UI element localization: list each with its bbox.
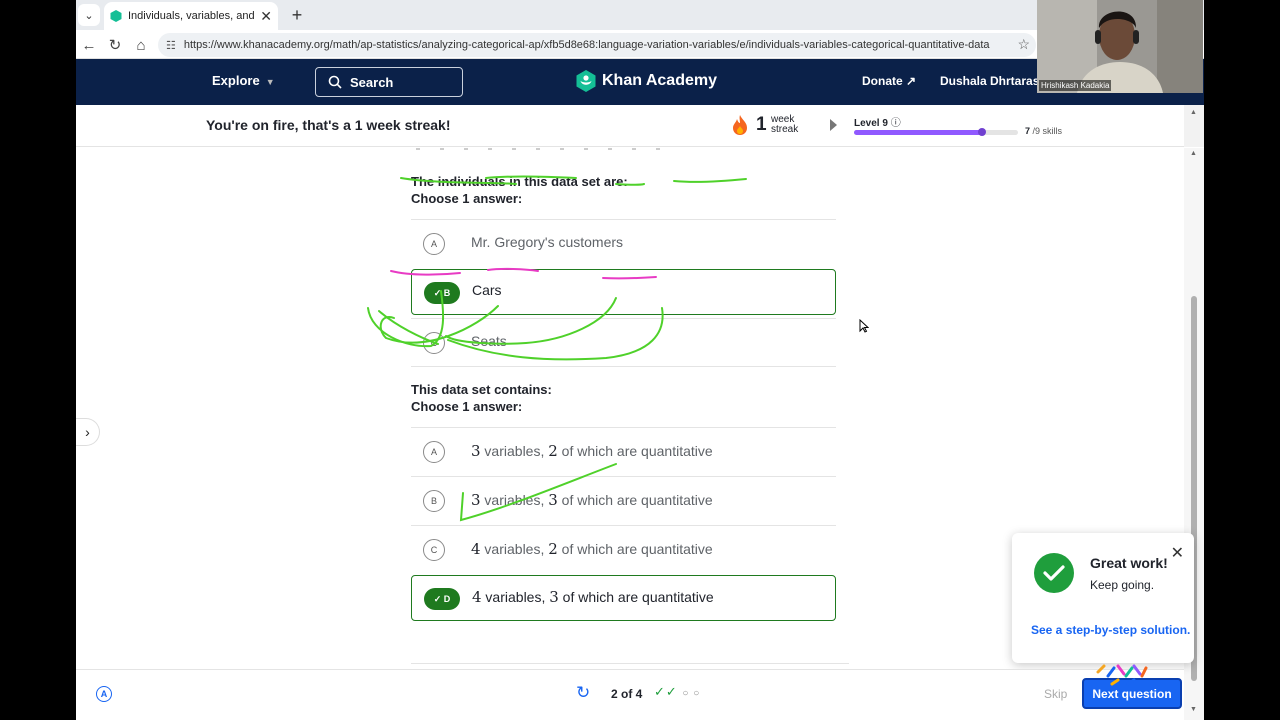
site-header: Explore ▼ Search Khan Academy Donate ↗ Du… — [76, 59, 1204, 105]
site-info-icon[interactable]: ☷ — [166, 39, 176, 52]
annotation-curve-4 — [447, 307, 664, 361]
progress-dots: ✓✓ ○ ○ — [654, 684, 700, 700]
address-bar-row: ← ↻ ⌂ ☷ https://www.khanacademy.org/math… — [76, 30, 1204, 59]
exercise-footer: A ↻ 2 of 4 ✓✓ ○ ○ Skip Next question — [76, 664, 1184, 716]
streak-label: week streak — [771, 115, 798, 135]
success-check-icon — [1034, 553, 1074, 593]
step-by-step-solution-link[interactable]: See a step-by-step solution. — [1031, 623, 1190, 637]
annotation-pink-3 — [602, 276, 657, 280]
banner-scrollbar[interactable]: ▲ — [1184, 105, 1204, 147]
annotation-curve-1 — [367, 290, 445, 348]
close-tab-icon[interactable]: ✕ — [260, 8, 272, 25]
level-progress-bar — [854, 128, 1018, 136]
external-link-icon: ↗ — [906, 74, 917, 88]
reload-icon[interactable]: ↻ — [104, 34, 126, 56]
skills-done: 7 — [1025, 126, 1031, 136]
khan-academy-logo[interactable]: Khan Academy — [576, 70, 717, 92]
browser-tab[interactable]: Individuals, variables, and categorical … — [104, 2, 278, 30]
check-icon: ✓✓ — [654, 684, 678, 699]
logo-text: Khan Academy — [602, 72, 717, 89]
new-tab-icon[interactable]: + — [286, 4, 308, 26]
donate-link[interactable]: Donate ↗ — [862, 74, 916, 88]
tab-strip: ⌄ Individuals, variables, and categorica… — [76, 0, 1204, 30]
search-button[interactable]: Search — [315, 67, 463, 97]
streak-label-streak: streak — [771, 124, 799, 135]
annotation-checkmark — [459, 463, 617, 522]
toast-title: Great work! — [1090, 555, 1168, 571]
annotation-underline-3 — [615, 183, 645, 186]
search-label: Search — [350, 74, 394, 90]
search-icon — [328, 75, 342, 89]
annotation-underline-4 — [673, 178, 747, 183]
back-arrow-icon[interactable]: ← — [78, 34, 100, 56]
explore-label: Explore — [212, 73, 260, 88]
restart-icon[interactable]: ↻ — [576, 683, 590, 703]
tab-list-dropdown[interactable]: ⌄ — [78, 4, 100, 26]
khan-academy-hexagon-icon — [576, 70, 596, 92]
participant-name: Hrishikash Kadakia — [1039, 80, 1112, 91]
user-menu[interactable]: Dushala Dhrtarash — [940, 74, 1047, 88]
explore-menu[interactable]: Explore ▼ — [212, 73, 275, 88]
chevron-down-icon: ▼ — [265, 77, 275, 87]
level-progress-knob — [977, 128, 986, 136]
level-text: Level 9 — [854, 118, 888, 129]
streak-message: You're on fire, that's a 1 week streak! — [206, 117, 451, 133]
great-work-toast: Great work! Keep going. See a step-by-st… — [1012, 533, 1194, 663]
skills-count: 7 /9 skills — [1025, 126, 1062, 136]
level-progress-fill — [854, 130, 982, 135]
khan-academy-favicon-icon — [110, 10, 122, 22]
expand-triangle-icon[interactable] — [830, 119, 837, 131]
home-icon[interactable]: ⌂ — [130, 34, 152, 56]
level-label: Level 9 ⓘ — [854, 114, 901, 129]
close-icon[interactable]: ✕ — [1171, 543, 1184, 563]
toast-subtitle: Keep going. — [1090, 578, 1155, 592]
skills-total: /9 skills — [1032, 126, 1063, 136]
mouse-cursor-icon — [859, 319, 869, 333]
url-text: https://www.khanacademy.org/math/ap-stat… — [183, 39, 990, 51]
question-progress: 2 of 4 — [611, 687, 643, 701]
donate-label: Donate — [862, 74, 903, 88]
confetti-icon — [1096, 664, 1148, 686]
flame-icon — [733, 115, 747, 135]
annotation-underline-1 — [400, 177, 517, 185]
bookmark-star-icon[interactable]: ☆ — [1017, 36, 1030, 53]
tab-title: Individuals, variables, and categorical — [128, 10, 256, 22]
webcam-overlay: Hrishikash Kadakia — [1037, 0, 1203, 93]
empty-dot-icon: ○ ○ — [682, 688, 701, 699]
annotation-pink-2 — [487, 267, 539, 272]
accessibility-icon[interactable]: A — [96, 686, 112, 702]
browser-window: ⌄ Individuals, variables, and categorica… — [76, 0, 1204, 720]
info-icon[interactable]: ⓘ — [891, 118, 901, 129]
streak-count: 1 — [756, 114, 767, 135]
streak-banner: You're on fire, that's a 1 week streak! … — [76, 105, 1184, 147]
annotation-pink-1 — [390, 270, 461, 276]
annotation-underline-2 — [485, 175, 577, 179]
annotation-curve-3 — [445, 297, 617, 345]
skip-button[interactable]: Skip — [1044, 687, 1067, 701]
url-field[interactable]: ☷ https://www.khanacademy.org/math/ap-st… — [158, 33, 1036, 57]
